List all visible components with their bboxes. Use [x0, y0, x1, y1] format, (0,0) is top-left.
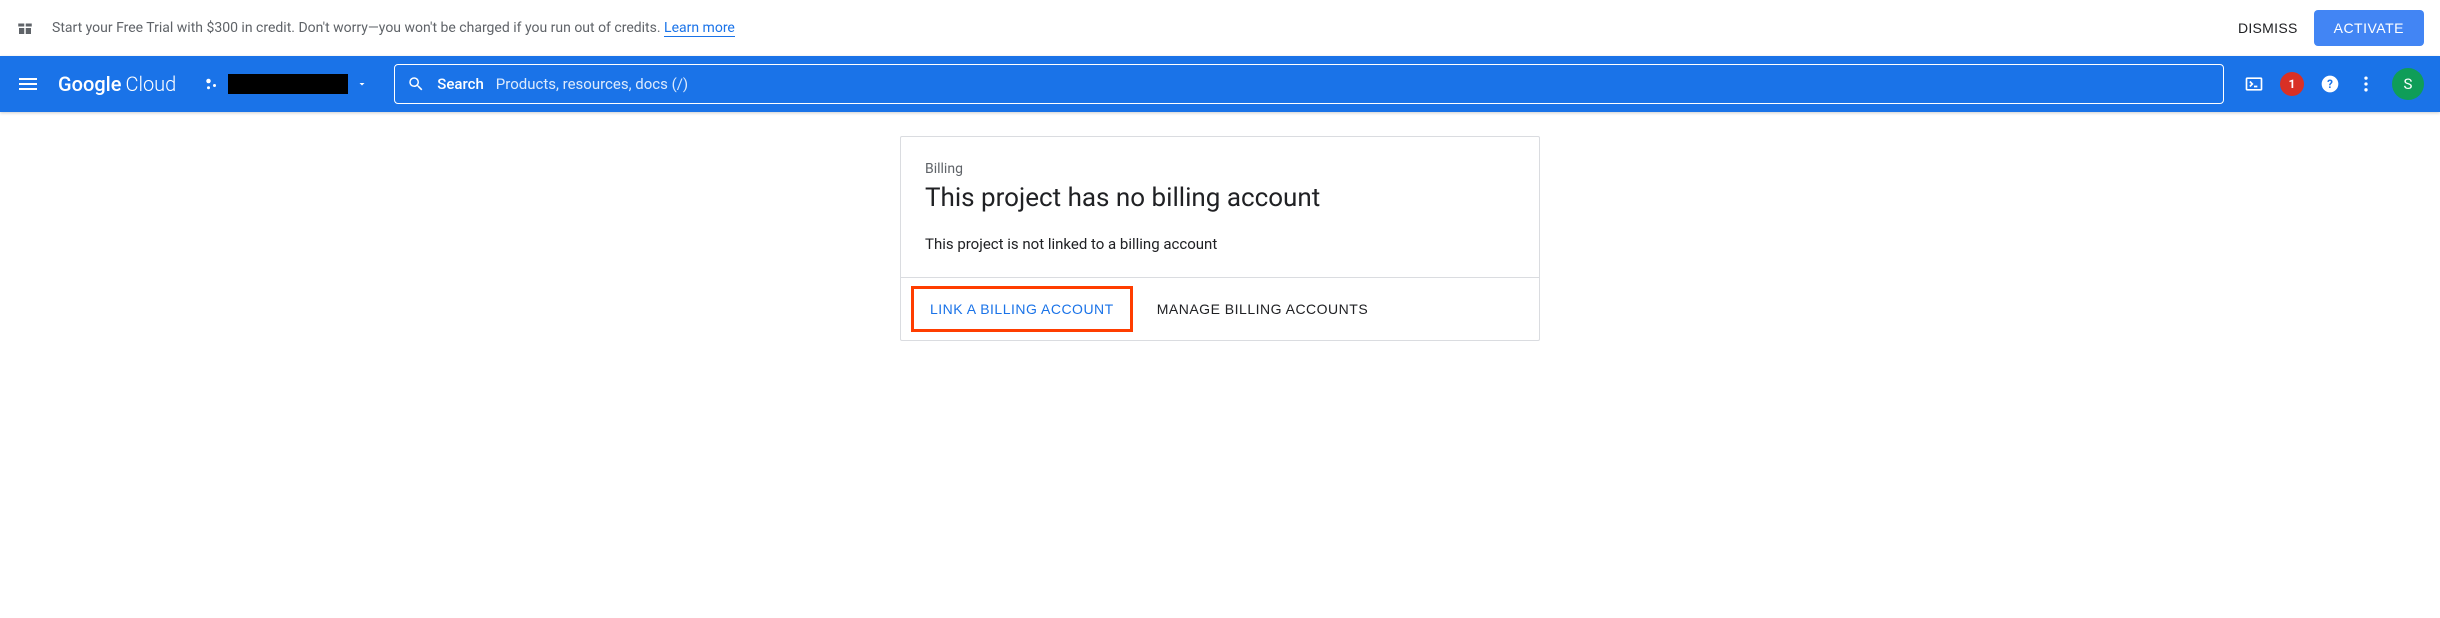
card-actions: LINK A BILLING ACCOUNT MANAGE BILLING AC…	[901, 277, 1539, 340]
activate-button[interactable]: ACTIVATE	[2314, 10, 2424, 46]
card-body: Billing This project has no billing acco…	[901, 137, 1539, 277]
page-title: This project has no billing account	[925, 183, 1515, 213]
annotation-highlight: LINK A BILLING ACCOUNT	[911, 286, 1133, 332]
project-icon	[204, 75, 222, 93]
search-label: Search	[437, 75, 484, 93]
banner-message: Start your Free Trial with $300 in credi…	[52, 20, 664, 36]
help-icon[interactable]: ?	[2320, 74, 2340, 94]
svg-text:?: ?	[2327, 77, 2333, 91]
search-placeholder: Products, resources, docs (/)	[496, 75, 688, 93]
notification-badge[interactable]: 1	[2280, 72, 2304, 96]
logo-text-light: Cloud	[125, 72, 176, 96]
more-vert-icon[interactable]	[2356, 74, 2376, 94]
search-icon	[407, 75, 425, 93]
billing-card: Billing This project has no billing acco…	[900, 136, 1540, 341]
manage-billing-accounts-button[interactable]: MANAGE BILLING ACCOUNTS	[1141, 286, 1384, 332]
google-cloud-logo[interactable]: Google Cloud	[58, 72, 176, 96]
dismiss-button[interactable]: DISMISS	[2238, 20, 2298, 36]
learn-more-link[interactable]: Learn more	[664, 20, 735, 37]
page-description: This project is not linked to a billing …	[925, 235, 1515, 253]
gift-icon	[16, 19, 34, 37]
chevron-down-icon	[356, 78, 368, 90]
banner-text: Start your Free Trial with $300 in credi…	[52, 20, 735, 36]
appbar-right: 1 ? S	[2244, 68, 2424, 100]
main-content: Billing This project has no billing acco…	[0, 112, 2440, 341]
search-bar[interactable]: Search Products, resources, docs (/)	[394, 64, 2224, 104]
project-name-redacted	[228, 74, 348, 94]
logo-text-bold: Google	[58, 72, 121, 96]
app-bar: Google Cloud Search Products, resources,…	[0, 56, 2440, 112]
free-trial-banner: Start your Free Trial with $300 in credi…	[0, 0, 2440, 56]
link-billing-account-button[interactable]: LINK A BILLING ACCOUNT	[914, 289, 1130, 329]
hamburger-menu-icon[interactable]	[16, 72, 40, 96]
avatar[interactable]: S	[2392, 68, 2424, 100]
cloud-shell-icon[interactable]	[2244, 74, 2264, 94]
project-selector[interactable]	[196, 70, 376, 98]
breadcrumb: Billing	[925, 161, 1515, 177]
